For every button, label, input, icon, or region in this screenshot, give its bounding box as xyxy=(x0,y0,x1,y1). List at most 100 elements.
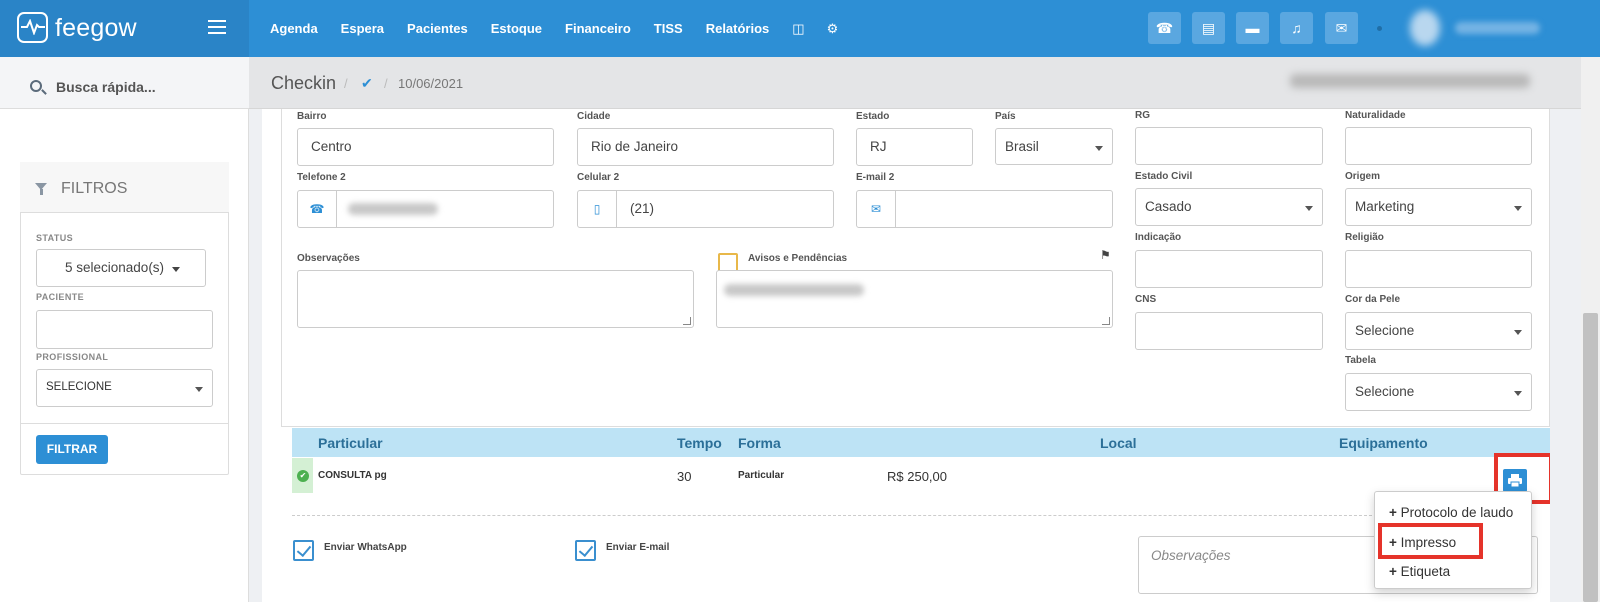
rg-input[interactable] xyxy=(1135,127,1323,165)
filter-icon xyxy=(35,183,47,195)
menu-item-protocolo-laudo[interactable]: + Protocolo de laudo xyxy=(1389,505,1513,520)
religiao-label: Religião xyxy=(1345,232,1384,243)
estado-input[interactable]: RJ xyxy=(856,128,973,166)
mobile-icon: ▯ xyxy=(577,190,617,228)
naturalidade-input[interactable] xyxy=(1345,127,1532,165)
col-local: Local xyxy=(1100,435,1137,451)
observacoes-textarea[interactable] xyxy=(297,270,694,328)
indicacao-input[interactable] xyxy=(1135,250,1323,288)
filter-panel-divider xyxy=(20,423,229,424)
caret-down-icon xyxy=(1095,146,1103,151)
whatsapp-checkbox[interactable] xyxy=(293,540,314,561)
filter-button[interactable]: FILTRAR xyxy=(36,435,108,464)
row-divider xyxy=(292,515,1382,516)
estado-civil-select[interactable]: Casado xyxy=(1135,188,1323,226)
bairro-input[interactable]: Centro xyxy=(297,128,554,166)
phone-icon[interactable]: ☎ xyxy=(1148,12,1181,44)
estado-civil-value: Casado xyxy=(1145,199,1192,214)
profissional-select-value: SELECIONE xyxy=(46,381,112,393)
religiao-input[interactable] xyxy=(1345,250,1532,288)
email-checkbox[interactable] xyxy=(575,540,596,561)
breadcrumb-separator: / xyxy=(384,76,388,91)
chat-icon[interactable]: ✉ xyxy=(1325,12,1358,44)
tabela-label: Tabela xyxy=(1345,355,1376,366)
paciente-input[interactable] xyxy=(36,310,213,349)
origem-select[interactable]: Marketing xyxy=(1345,188,1532,226)
bairro-label: Bairro xyxy=(297,111,327,122)
bell-icon[interactable]: ♫ xyxy=(1280,12,1313,44)
col-forma: Forma xyxy=(738,435,781,451)
procedure-tempo: 30 xyxy=(677,469,692,484)
menu-item-etiqueta[interactable]: + Etiqueta xyxy=(1389,564,1450,579)
pais-label: País xyxy=(995,111,1016,122)
email-label: Enviar E-mail xyxy=(606,542,670,553)
nav-financeiro[interactable]: Financeiro xyxy=(565,21,631,36)
col-particular: Particular xyxy=(318,435,383,451)
caret-down-icon xyxy=(195,387,203,392)
cidade-input[interactable]: Rio de Janeiro xyxy=(577,128,834,166)
nav-tiss[interactable]: TISS xyxy=(654,21,683,36)
profissional-select[interactable]: SELECIONE xyxy=(36,369,213,407)
brand-name[interactable]: feegow xyxy=(55,14,137,43)
breadcrumb-date: 10/06/2021 xyxy=(398,76,464,91)
gear-icon[interactable]: ⚙ xyxy=(827,21,839,37)
cidade-label: Cidade xyxy=(577,111,611,122)
estado-label: Estado xyxy=(856,111,890,122)
nav-espera[interactable]: Espera xyxy=(341,21,384,36)
indicacao-label: Indicação xyxy=(1135,232,1182,243)
avisos-text-blurred xyxy=(724,284,864,296)
right-gutter xyxy=(1550,109,1581,602)
database-icon[interactable]: ◫ xyxy=(792,21,804,37)
estado-civil-label: Estado Civil xyxy=(1135,171,1193,182)
whatsapp-label: Enviar WhatsApp xyxy=(324,542,407,553)
col-equipamento: Equipamento xyxy=(1339,435,1428,451)
user-name-blurred[interactable] xyxy=(1455,22,1540,34)
paciente-label: PACIENTE xyxy=(36,292,85,302)
quick-search-label[interactable]: Busca rápida... xyxy=(56,79,156,95)
cns-label: CNS xyxy=(1135,294,1157,305)
status-select-value: 5 selecionado(s) xyxy=(65,260,165,275)
scrollbar-thumb[interactable] xyxy=(1583,313,1598,602)
plus-icon: + xyxy=(1389,564,1397,579)
search-icon xyxy=(30,80,42,92)
col-tempo: Tempo xyxy=(677,435,722,451)
telefone2-label: Telefone 2 xyxy=(297,172,346,183)
plus-icon: + xyxy=(1389,505,1397,520)
card-icon[interactable]: ▬ xyxy=(1236,12,1269,44)
page-title: Checkin xyxy=(271,73,337,93)
nav-agenda[interactable]: Agenda xyxy=(270,21,318,36)
celular2-input[interactable]: (21) xyxy=(616,190,834,228)
cor-pele-value: Selecione xyxy=(1355,323,1415,338)
caret-down-icon xyxy=(1305,206,1313,211)
tabela-value: Selecione xyxy=(1355,384,1415,399)
breadcrumb-separator: / xyxy=(344,76,348,91)
caret-down-icon xyxy=(1514,206,1522,211)
cor-pele-label: Cor da Pele xyxy=(1345,294,1401,305)
resize-handle-icon[interactable] xyxy=(683,317,691,325)
avisos-textarea[interactable] xyxy=(716,270,1113,328)
cns-input[interactable] xyxy=(1135,312,1323,350)
phone-icon: ☎ xyxy=(297,190,337,228)
envelope-icon: ✉ xyxy=(856,190,896,228)
checkin-observacoes-placeholder: Observações xyxy=(1151,548,1231,563)
profissional-label: PROFISSIONAL xyxy=(36,352,109,362)
highlight-box-impresso xyxy=(1378,523,1483,559)
status-select[interactable]: 5 selecionado(s) xyxy=(36,249,206,287)
menu-toggle-icon[interactable] xyxy=(208,20,226,34)
status-label: STATUS xyxy=(36,233,74,243)
resize-handle-icon[interactable] xyxy=(1102,317,1110,325)
email2-input[interactable] xyxy=(895,190,1113,228)
flag-icon[interactable]: ⚑ xyxy=(1100,248,1111,262)
caret-down-icon xyxy=(172,267,180,272)
pais-select-value: Brasil xyxy=(1005,139,1039,154)
nav-pacientes[interactable]: Pacientes xyxy=(407,21,468,36)
tabela-select[interactable]: Selecione xyxy=(1345,373,1532,411)
header-info-blurred xyxy=(1290,74,1530,88)
nav-relatorios[interactable]: Relatórios xyxy=(706,21,770,36)
inbox-icon[interactable]: ▤ xyxy=(1192,12,1225,44)
origem-value: Marketing xyxy=(1355,199,1415,214)
avatar[interactable] xyxy=(1410,10,1440,46)
cor-pele-select[interactable]: Selecione xyxy=(1345,312,1532,350)
nav-estoque[interactable]: Estoque xyxy=(491,21,542,36)
pais-select[interactable]: Brasil xyxy=(995,128,1113,165)
